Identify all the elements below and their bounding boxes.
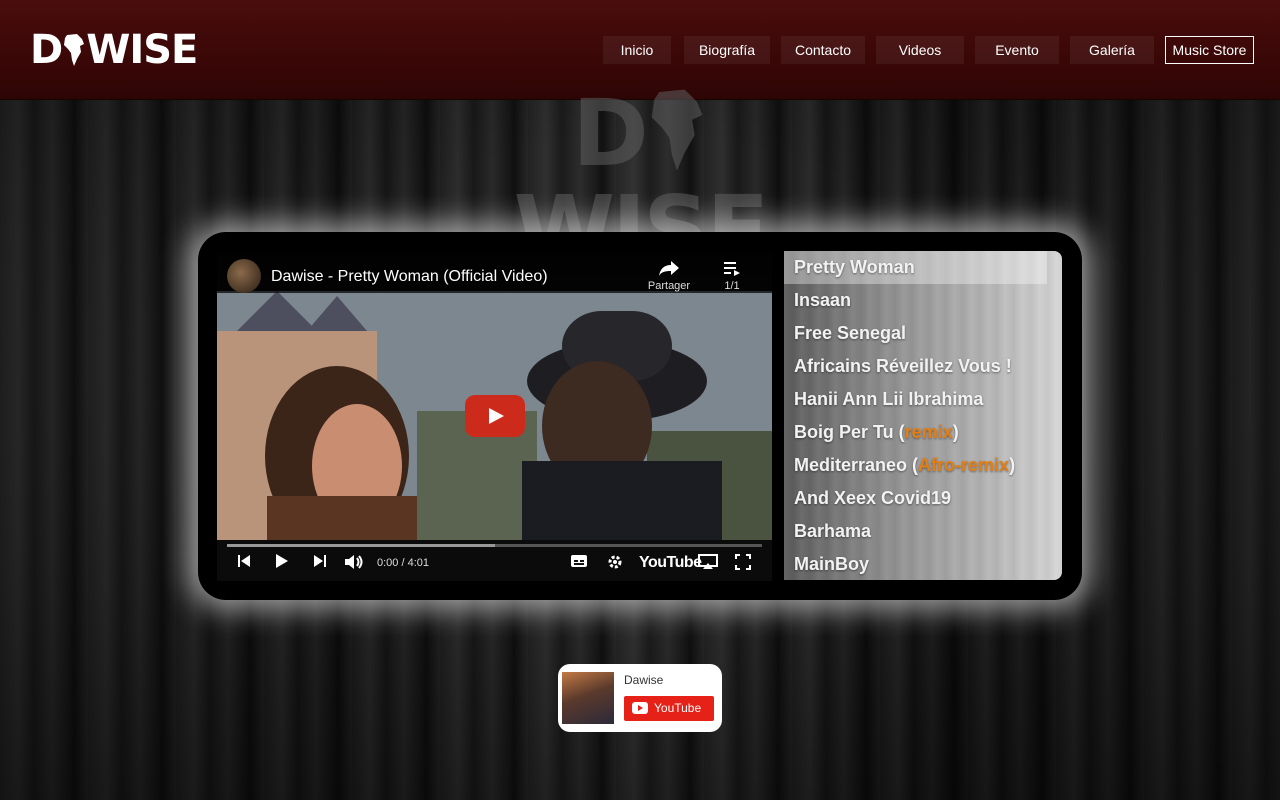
playlist-item-title: Africains Réveillez Vous ! — [794, 356, 1012, 376]
playlist-item-suffix: ) — [952, 422, 959, 442]
playlist-item-title: Boig Per Tu ( — [794, 422, 905, 442]
playlist-item-title: Insaan — [794, 290, 852, 310]
playlist-item-highlight: remix — [904, 422, 953, 442]
nav-evento[interactable]: Evento — [975, 36, 1059, 64]
playlist-item[interactable]: Hanii Ann Lii Ibrahima — [784, 383, 1047, 416]
playlist-item-title: And Xeex Covid19 — [794, 488, 952, 508]
playlist-item-suffix: ) — [1009, 455, 1016, 475]
playlist-item[interactable]: Insaan — [784, 284, 1047, 317]
playlist-queue-button[interactable]: 1/1 — [717, 259, 747, 292]
nav-videos[interactable]: Videos — [876, 36, 964, 64]
playlist-item-title: Mediterraneo ( — [794, 455, 919, 475]
youtube-subscribe-card: Dawise YouTube — [558, 664, 722, 732]
africa-map-icon — [64, 34, 85, 66]
youtube-controls: 0:00 / 4:01 YouTube — [217, 540, 772, 581]
play-overlay-button[interactable] — [465, 395, 525, 437]
share-label: Partager — [647, 280, 691, 292]
channel-avatar[interactable] — [227, 259, 261, 293]
progress-bar[interactable] — [227, 544, 762, 547]
playlist-item[interactable]: Mediterraneo (Afro-remix) — [784, 449, 1047, 482]
subscribe-button-label: YouTube — [654, 701, 702, 715]
next-icon[interactable] — [313, 554, 327, 568]
youtube-subscribe-button[interactable]: YouTube — [624, 696, 714, 721]
queue-count: 1/1 — [724, 280, 740, 292]
playlist-item-highlight: Afro-remix — [918, 455, 1010, 475]
time-display: 0:00 / 4:01 — [377, 557, 429, 569]
video-playlist: Pretty Woman Insaan Free Senegal Africains … — [784, 251, 1062, 580]
nav-biografia[interactable]: Biografía — [684, 36, 770, 64]
playlist-item[interactable]: Pretty Woman — [784, 251, 1047, 284]
youtube-title-bar: Dawise - Pretty Woman (Official Video) P… — [217, 251, 772, 293]
settings-gear-icon[interactable] — [607, 554, 623, 570]
youtube-play-icon — [632, 702, 648, 714]
site-logo[interactable]: D WISE — [30, 27, 198, 73]
video-title[interactable]: Dawise - Pretty Woman (Official Video) — [271, 268, 548, 286]
share-button[interactable]: Partager — [645, 259, 693, 292]
progress-fill — [227, 544, 495, 547]
nav-galeria[interactable]: Galería — [1070, 36, 1154, 64]
playlist-icon — [724, 262, 740, 276]
playlist-item-title: MainBoy — [794, 554, 870, 574]
youtube-logo[interactable]: YouTube — [639, 554, 702, 572]
playlist-item[interactable]: Boig Per Tu (remix) — [784, 416, 1047, 449]
nav-contacto[interactable]: Contacto — [781, 36, 865, 64]
playlist-item-title: Barhama — [794, 521, 872, 541]
playlist-item[interactable]: Free Senegal — [784, 317, 1047, 350]
captions-icon[interactable] — [570, 554, 588, 568]
nav-inicio[interactable]: Inicio — [603, 36, 671, 64]
channel-thumbnail[interactable] — [562, 672, 614, 724]
playlist-item[interactable]: Africains Réveillez Vous ! — [784, 350, 1047, 383]
channel-name[interactable]: Dawise — [624, 673, 663, 687]
logo-word: WISE — [86, 27, 198, 73]
fullscreen-icon[interactable] — [735, 554, 751, 570]
africa-watermark-icon — [651, 89, 702, 171]
play-icon[interactable] — [275, 554, 289, 568]
nav-music-store[interactable]: Music Store — [1165, 36, 1254, 64]
watermark-letter: D — [572, 80, 648, 187]
playlist-item-title: Free Senegal — [794, 323, 907, 343]
volume-icon[interactable] — [344, 554, 364, 570]
logo-letter: D — [30, 27, 63, 73]
playlist-item-title: Pretty Woman — [794, 257, 915, 277]
share-icon — [659, 261, 679, 276]
playlist-item[interactable]: MainBoy — [784, 548, 1047, 580]
previous-icon[interactable] — [237, 554, 251, 568]
playlist-item[interactable]: And Xeex Covid19 — [784, 482, 1047, 515]
playlist-item[interactable]: Barhama — [784, 515, 1047, 548]
logo-watermark: DWISE — [478, 86, 802, 278]
youtube-embed[interactable]: Dawise - Pretty Woman (Official Video) P… — [217, 251, 772, 581]
playlist-item-title: Hanii Ann Lii Ibrahima — [794, 389, 984, 409]
airplay-icon[interactable] — [698, 554, 718, 570]
